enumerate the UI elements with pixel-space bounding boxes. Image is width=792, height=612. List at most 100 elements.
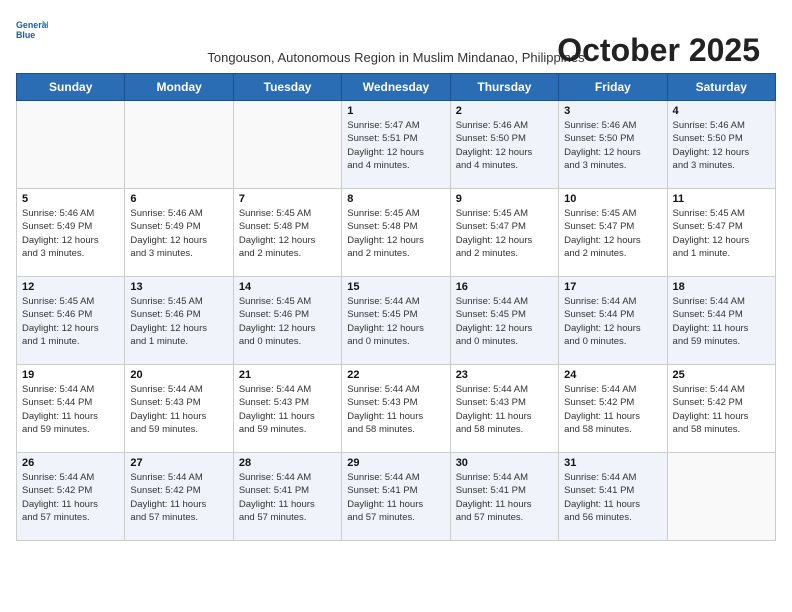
header-monday: Monday — [125, 74, 233, 101]
day-number: 14 — [239, 281, 336, 293]
cell-info: Sunrise: 5:45 AM Sunset: 5:48 PM Dayligh… — [239, 207, 336, 260]
cell-info: Sunrise: 5:45 AM Sunset: 5:48 PM Dayligh… — [347, 207, 444, 260]
calendar-cell: 16 Sunrise: 5:44 AM Sunset: 5:45 PM Dayli… — [450, 277, 558, 365]
calendar-cell: 15 Sunrise: 5:44 AM Sunset: 5:45 PM Dayli… — [342, 277, 450, 365]
calendar-cell: 21Sunrise: 5:44 AM Sunset: 5:43 PM Dayli… — [233, 365, 341, 453]
svg-text:Blue: Blue — [16, 30, 35, 40]
calendar-cell: 14 Sunrise: 5:45 AM Sunset: 5:46 PM Dayli… — [233, 277, 341, 365]
calendar-cell — [667, 453, 775, 541]
day-number: 12 — [22, 281, 119, 293]
cell-info: Sunrise: 5:44 AM Sunset: 5:44 PM Dayligh… — [673, 295, 770, 348]
cell-info: Sunrise: 5:44 AM Sunset: 5:44 PM Dayligh… — [22, 383, 119, 436]
day-number: 18 — [673, 281, 770, 293]
calendar-week-4: 19 Sunrise: 5:44 AM Sunset: 5:44 PM Dayli… — [17, 365, 776, 453]
calendar-cell: 11 Sunrise: 5:45 AM Sunset: 5:47 PM Dayli… — [667, 189, 775, 277]
cell-info: Sunrise: 5:47 AM Sunset: 5:51 PM Dayligh… — [347, 119, 444, 172]
cell-info: Sunrise: 5:46 AM Sunset: 5:49 PM Dayligh… — [22, 207, 119, 260]
cell-info: Sunrise: 5:46 AM Sunset: 5:50 PM Dayligh… — [564, 119, 661, 172]
day-number: 23 — [456, 369, 553, 381]
day-number: 16 — [456, 281, 553, 293]
day-number: 11 — [673, 193, 770, 205]
calendar-cell: 30Sunrise: 5:44 AM Sunset: 5:41 PM Dayli… — [450, 453, 558, 541]
calendar-cell: 29 Sunrise: 5:44 AM Sunset: 5:41 PM Dayli… — [342, 453, 450, 541]
calendar-cell: 31 Sunrise: 5:44 AM Sunset: 5:41 PM Dayli… — [559, 453, 667, 541]
cell-info: Sunrise: 5:44 AM Sunset: 5:41 PM Dayligh… — [347, 471, 444, 524]
calendar-cell: 19 Sunrise: 5:44 AM Sunset: 5:44 PM Dayli… — [17, 365, 125, 453]
calendar-cell: 2 Sunrise: 5:46 AM Sunset: 5:50 PM Daylig… — [450, 101, 558, 189]
calendar-cell: 28Sunrise: 5:44 AM Sunset: 5:41 PM Dayli… — [233, 453, 341, 541]
day-number: 29 — [347, 457, 444, 469]
day-number: 27 — [130, 457, 227, 469]
header-wednesday: Wednesday — [342, 74, 450, 101]
calendar-cell: 3 Sunrise: 5:46 AM Sunset: 5:50 PM Daylig… — [559, 101, 667, 189]
calendar-cell: 1 Sunrise: 5:47 AM Sunset: 5:51 PM Daylig… — [342, 101, 450, 189]
day-number: 28 — [239, 457, 336, 469]
day-number: 5 — [22, 193, 119, 205]
calendar-week-2: 5 Sunrise: 5:46 AM Sunset: 5:49 PM Daylig… — [17, 189, 776, 277]
cell-info: Sunrise: 5:45 AM Sunset: 5:47 PM Dayligh… — [673, 207, 770, 260]
cell-info: Sunrise: 5:45 AM Sunset: 5:47 PM Dayligh… — [456, 207, 553, 260]
day-number: 4 — [673, 105, 770, 117]
calendar-week-3: 12 Sunrise: 5:45 AM Sunset: 5:46 PM Dayli… — [17, 277, 776, 365]
cell-info: Sunrise: 5:45 AM Sunset: 5:46 PM Dayligh… — [22, 295, 119, 348]
calendar-body: 1 Sunrise: 5:47 AM Sunset: 5:51 PM Daylig… — [17, 101, 776, 541]
calendar-week-5: 26Sunrise: 5:44 AM Sunset: 5:42 PM Dayli… — [17, 453, 776, 541]
cell-info: Sunrise: 5:45 AM Sunset: 5:46 PM Dayligh… — [239, 295, 336, 348]
calendar-cell: 10 Sunrise: 5:45 AM Sunset: 5:47 PM Dayli… — [559, 189, 667, 277]
day-number: 25 — [673, 369, 770, 381]
day-number: 15 — [347, 281, 444, 293]
day-number: 19 — [22, 369, 119, 381]
cell-info: Sunrise: 5:44 AM Sunset: 5:45 PM Dayligh… — [347, 295, 444, 348]
cell-info: Sunrise: 5:44 AM Sunset: 5:41 PM Dayligh… — [564, 471, 661, 524]
day-number: 2 — [456, 105, 553, 117]
cell-info: Sunrise: 5:44 AM Sunset: 5:43 PM Dayligh… — [239, 383, 336, 436]
calendar-cell: 5 Sunrise: 5:46 AM Sunset: 5:49 PM Daylig… — [17, 189, 125, 277]
cell-info: Sunrise: 5:44 AM Sunset: 5:42 PM Dayligh… — [564, 383, 661, 436]
calendar-cell: 27 Sunrise: 5:44 AM Sunset: 5:42 PM Dayli… — [125, 453, 233, 541]
calendar-cell: 22Sunrise: 5:44 AM Sunset: 5:43 PM Dayli… — [342, 365, 450, 453]
cell-info: Sunrise: 5:44 AM Sunset: 5:42 PM Dayligh… — [22, 471, 119, 524]
day-number: 9 — [456, 193, 553, 205]
cell-info: Sunrise: 5:44 AM Sunset: 5:45 PM Dayligh… — [456, 295, 553, 348]
month-title: October 2025 — [557, 32, 760, 69]
day-number: 1 — [347, 105, 444, 117]
cell-info: Sunrise: 5:45 AM Sunset: 5:47 PM Dayligh… — [564, 207, 661, 260]
title-section: October 2025 — [557, 32, 760, 69]
cell-info: Sunrise: 5:44 AM Sunset: 5:43 PM Dayligh… — [130, 383, 227, 436]
cell-info: Sunrise: 5:44 AM Sunset: 5:42 PM Dayligh… — [130, 471, 227, 524]
calendar-table: Sunday Monday Tuesday Wednesday Thursday… — [16, 73, 776, 541]
calendar-cell — [17, 101, 125, 189]
day-number: 31 — [564, 457, 661, 469]
calendar-cell: 4 Sunrise: 5:46 AM Sunset: 5:50 PM Daylig… — [667, 101, 775, 189]
calendar-cell: 9 Sunrise: 5:45 AM Sunset: 5:47 PM Daylig… — [450, 189, 558, 277]
calendar-cell: 8 Sunrise: 5:45 AM Sunset: 5:48 PM Daylig… — [342, 189, 450, 277]
header-row: Sunday Monday Tuesday Wednesday Thursday… — [17, 74, 776, 101]
day-number: 8 — [347, 193, 444, 205]
calendar-week-1: 1 Sunrise: 5:47 AM Sunset: 5:51 PM Daylig… — [17, 101, 776, 189]
cell-info: Sunrise: 5:44 AM Sunset: 5:42 PM Dayligh… — [673, 383, 770, 436]
calendar-cell: 25 Sunrise: 5:44 AM Sunset: 5:42 PM Dayli… — [667, 365, 775, 453]
calendar-cell: 17Sunrise: 5:44 AM Sunset: 5:44 PM Dayli… — [559, 277, 667, 365]
calendar-cell: 24Sunrise: 5:44 AM Sunset: 5:42 PM Dayli… — [559, 365, 667, 453]
calendar-cell: 26Sunrise: 5:44 AM Sunset: 5:42 PM Dayli… — [17, 453, 125, 541]
calendar-cell — [233, 101, 341, 189]
day-number: 22 — [347, 369, 444, 381]
cell-info: Sunrise: 5:46 AM Sunset: 5:50 PM Dayligh… — [673, 119, 770, 172]
top-area: General Blue October 2025 — [16, 16, 776, 44]
day-number: 13 — [130, 281, 227, 293]
calendar-cell: 6Sunrise: 5:46 AM Sunset: 5:49 PM Daylig… — [125, 189, 233, 277]
calendar-cell: 13 Sunrise: 5:45 AM Sunset: 5:46 PM Dayli… — [125, 277, 233, 365]
logo-icon: General Blue — [16, 16, 48, 44]
day-number: 10 — [564, 193, 661, 205]
calendar-cell — [125, 101, 233, 189]
day-number: 30 — [456, 457, 553, 469]
day-number: 7 — [239, 193, 336, 205]
cell-info: Sunrise: 5:46 AM Sunset: 5:50 PM Dayligh… — [456, 119, 553, 172]
header-saturday: Saturday — [667, 74, 775, 101]
header-tuesday: Tuesday — [233, 74, 341, 101]
day-number: 3 — [564, 105, 661, 117]
cell-info: Sunrise: 5:46 AM Sunset: 5:49 PM Dayligh… — [130, 207, 227, 260]
header-thursday: Thursday — [450, 74, 558, 101]
cell-info: Sunrise: 5:45 AM Sunset: 5:46 PM Dayligh… — [130, 295, 227, 348]
calendar-cell: 20Sunrise: 5:44 AM Sunset: 5:43 PM Dayli… — [125, 365, 233, 453]
